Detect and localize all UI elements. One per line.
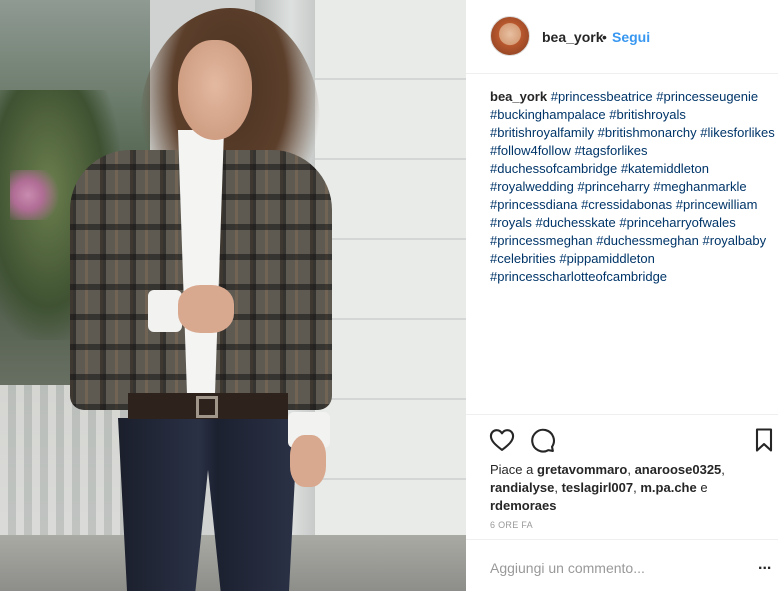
- follow-button[interactable]: Segui: [612, 29, 650, 45]
- likes-separator: ,: [554, 480, 558, 495]
- liker-link[interactable]: randialyse: [490, 480, 554, 495]
- hashtag-link[interactable]: #duchessmeghan: [596, 233, 699, 248]
- likes-separator: ,: [627, 462, 631, 477]
- photo-background-flowers: [10, 170, 70, 220]
- likes-separator: ,: [633, 480, 637, 495]
- more-options-button[interactable]: ...: [758, 557, 778, 578]
- likes-separator: ,: [721, 462, 725, 477]
- hashtag-link[interactable]: #princessdiana: [490, 197, 577, 212]
- bookmark-icon[interactable]: [750, 426, 778, 454]
- liker-link[interactable]: gretavommaro: [537, 462, 627, 477]
- hashtag-link[interactable]: #pippamiddleton: [559, 251, 654, 266]
- hashtag-link[interactable]: #duchesskate: [536, 215, 616, 230]
- hashtag-link[interactable]: #royalwedding: [490, 179, 574, 194]
- photo-figure-hand-right: [290, 435, 326, 487]
- post-caption: bea_york #princessbeatrice #princesseuge…: [490, 88, 778, 286]
- liker-link[interactable]: m.pa.che: [640, 480, 696, 495]
- liker-link[interactable]: anaroose0325: [635, 462, 722, 477]
- hashtag-link[interactable]: #buckinghampalace: [490, 107, 606, 122]
- header-separator: •: [602, 29, 607, 45]
- hashtag-link[interactable]: #cressidabonas: [581, 197, 672, 212]
- comment-icon[interactable]: [528, 426, 556, 454]
- avatar[interactable]: [490, 16, 530, 56]
- hashtag-link[interactable]: #britishmonarchy: [598, 125, 697, 140]
- caption-username-link[interactable]: bea_york: [490, 89, 547, 104]
- hashtag-link[interactable]: #princessmeghan: [490, 233, 593, 248]
- likes-summary: Piace a gretavommaro, anaroose0325, rand…: [490, 461, 762, 515]
- post-actions: [466, 414, 778, 462]
- likes-prefix: Piace a: [490, 462, 534, 477]
- post-timestamp[interactable]: 6 ORE FA: [490, 520, 533, 530]
- hashtag-link[interactable]: #princesseugenie: [656, 89, 758, 104]
- post-header: bea_york • Segui: [466, 0, 778, 74]
- hashtag-link[interactable]: #royals: [490, 215, 532, 230]
- photo-figure-face: [178, 40, 252, 140]
- photo-figure-buckle: [196, 396, 218, 418]
- hashtag-list: #princessbeatrice #princesseugenie #buck…: [490, 89, 775, 284]
- hashtag-link[interactable]: #princesscharlotteofcambridge: [490, 269, 667, 284]
- hashtag-link[interactable]: #princeharry: [577, 179, 649, 194]
- hashtag-link[interactable]: #royalbaby: [703, 233, 767, 248]
- liker-link[interactable]: teslagirl007: [562, 480, 634, 495]
- liker-link[interactable]: rdemoraes: [490, 498, 556, 513]
- photo-figure-hand-left: [178, 285, 234, 333]
- post-side-panel: bea_york • Segui bea_york #princessbeatr…: [466, 0, 778, 591]
- hashtag-link[interactable]: #britishroyalfamily: [490, 125, 594, 140]
- hashtag-link[interactable]: #britishroyals: [609, 107, 686, 122]
- comment-input[interactable]: [490, 558, 730, 578]
- comment-bar: ...: [466, 539, 778, 591]
- hashtag-link[interactable]: #duchessofcambridge: [490, 161, 617, 176]
- hashtag-link[interactable]: #meghanmarkle: [653, 179, 746, 194]
- hashtag-link[interactable]: #princessbeatrice: [551, 89, 653, 104]
- hashtag-link[interactable]: #tagsforlikes: [575, 143, 648, 158]
- hashtag-link[interactable]: #likesforlikes: [700, 125, 774, 140]
- hashtag-link[interactable]: #follow4follow: [490, 143, 571, 158]
- hashtag-link[interactable]: #princewilliam: [676, 197, 758, 212]
- post-photo[interactable]: [0, 0, 466, 591]
- likes-conjunction: e: [700, 480, 708, 495]
- hashtag-link[interactable]: #katemiddleton: [621, 161, 709, 176]
- hashtag-link[interactable]: #celebrities: [490, 251, 556, 266]
- hashtag-link[interactable]: #princeharryofwales: [619, 215, 735, 230]
- heart-icon[interactable]: [488, 426, 516, 454]
- header-username-link[interactable]: bea_york: [542, 29, 603, 45]
- photo-figure-cuff-left: [148, 290, 182, 332]
